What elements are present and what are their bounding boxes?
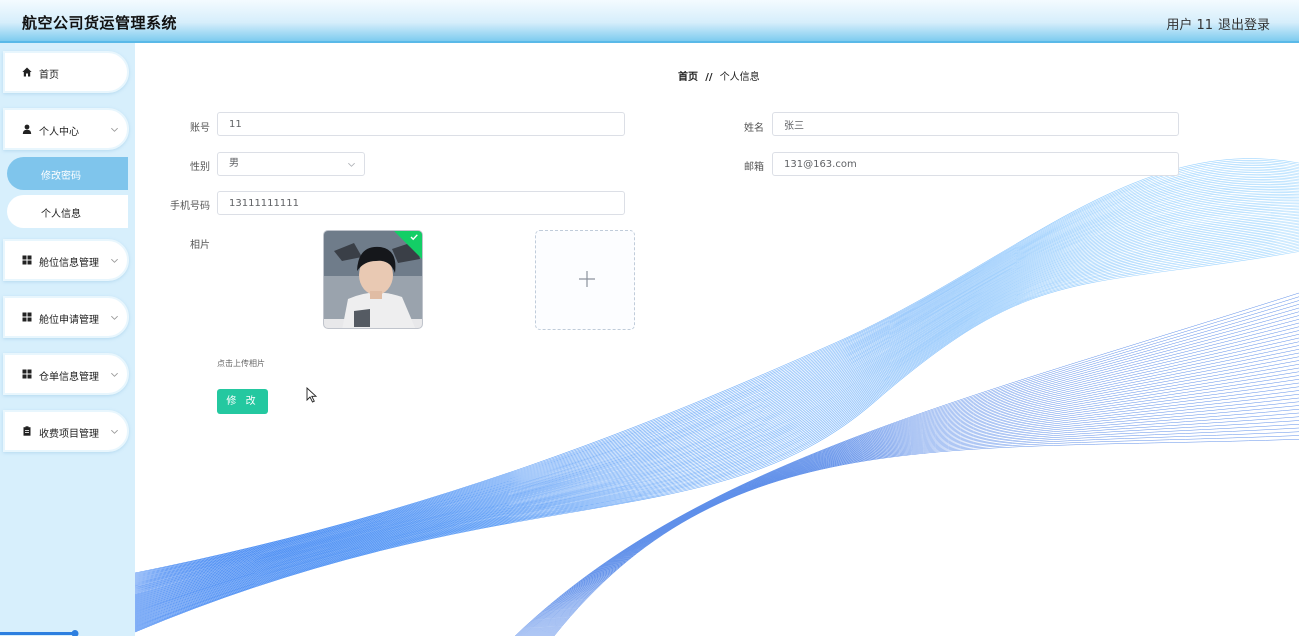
- gender-select[interactable]: 男: [217, 152, 365, 176]
- wave-line: [524, 330, 1299, 636]
- chevron-down-icon: [111, 429, 118, 434]
- check-icon: [410, 234, 418, 241]
- sidebar-item-label: 舱位申请管理: [39, 315, 99, 326]
- phone-label: 手机号码: [170, 201, 210, 212]
- phone-field[interactable]: [217, 191, 625, 215]
- wave-line: [552, 435, 1299, 636]
- sidebar-item-label: 个人中心: [39, 127, 79, 138]
- gender-selected-value: 男: [229, 158, 239, 169]
- wave-line: [135, 168, 1299, 580]
- photo-label: 相片: [190, 240, 210, 251]
- wave-line: [527, 341, 1299, 636]
- wave-line: [546, 412, 1299, 636]
- upload-hint: 点击上传相片: [217, 359, 265, 368]
- photo-upload-trigger[interactable]: [535, 230, 635, 330]
- sidebar-subitem-label: 修改密码: [41, 171, 81, 182]
- chevron-down-icon: [111, 315, 118, 320]
- sidebar-subitem-personal-info[interactable]: 个人信息: [7, 195, 128, 228]
- mouse-cursor-icon: [306, 387, 318, 403]
- sidebar-item-waybill-info[interactable]: 仓单信息管理: [3, 353, 129, 395]
- breadcrumb-home[interactable]: 首页: [678, 72, 698, 83]
- breadcrumb: 首页 // 个人信息: [678, 68, 760, 83]
- grid-icon: [22, 312, 32, 322]
- sidebar-item-label: 仓单信息管理: [39, 372, 99, 383]
- name-label: 姓名: [744, 123, 764, 134]
- plus-icon: [579, 271, 595, 287]
- wave-line: [135, 177, 1299, 585]
- chevron-down-icon: [348, 162, 355, 167]
- wave-line: [534, 367, 1299, 636]
- chevron-down-icon: [111, 127, 118, 132]
- app-title: 航空公司货运管理系统: [22, 14, 178, 32]
- wave-line: [535, 371, 1299, 636]
- wave-line: [135, 246, 1299, 630]
- breadcrumb-current: 个人信息: [719, 72, 760, 83]
- uploaded-photo[interactable]: [323, 230, 423, 329]
- account-field[interactable]: [217, 112, 625, 136]
- logout-link[interactable]: 退出登录: [1218, 14, 1270, 33]
- wave-line: [537, 379, 1299, 636]
- sidebar-item-cabin-apply[interactable]: 舱位申请管理: [3, 296, 129, 338]
- user-icon: [22, 124, 32, 134]
- wave-line: [532, 360, 1299, 636]
- main-content: 首页 // 个人信息 账号 姓名 性别 男 邮箱 手机号码 相片: [135, 43, 1299, 636]
- grid-icon: [22, 255, 32, 265]
- email-field[interactable]: [772, 152, 1179, 176]
- chevron-down-icon: [111, 258, 118, 263]
- account-label: 账号: [190, 123, 210, 134]
- wave-line: [135, 173, 1299, 583]
- wave-line: [135, 245, 1299, 629]
- grid-icon: [22, 369, 32, 379]
- wave-line: [529, 349, 1299, 636]
- wave-line: [523, 326, 1299, 636]
- breadcrumb-separator: //: [705, 72, 713, 83]
- chevron-down-icon: [111, 372, 118, 377]
- sidebar: 首页 个人中心 修改密码 个人信息 舱位信息管理 舱位申请管理 仓单信息管理 收…: [0, 43, 135, 636]
- top-header: 航空公司货运管理系统 用户 11 退出登录: [0, 0, 1299, 43]
- wave-line: [135, 180, 1299, 587]
- home-icon: [22, 67, 32, 77]
- wave-line: [533, 364, 1299, 636]
- sidebar-item-home[interactable]: 首页: [3, 51, 129, 93]
- sidebar-subitem-label: 个人信息: [41, 209, 81, 220]
- wave-line: [135, 182, 1299, 588]
- horizontal-scrollbar[interactable]: [0, 630, 80, 636]
- sidebar-item-charge-items[interactable]: 收费项目管理: [3, 410, 129, 452]
- wave-line: [135, 166, 1299, 579]
- email-label: 邮箱: [744, 162, 764, 173]
- sidebar-subitem-change-password[interactable]: 修改密码: [7, 157, 128, 190]
- wave-line: [135, 248, 1299, 631]
- gender-label: 性别: [190, 162, 210, 173]
- sidebar-item-label: 收费项目管理: [39, 429, 99, 440]
- wave-line: [528, 345, 1299, 636]
- name-field[interactable]: [772, 112, 1179, 136]
- clipboard-icon: [23, 426, 31, 436]
- wave-line: [135, 179, 1299, 586]
- wave-line: [135, 170, 1299, 581]
- sidebar-item-label: 舱位信息管理: [39, 258, 99, 269]
- sidebar-item-cabin-info[interactable]: 舱位信息管理: [3, 239, 129, 281]
- sidebar-item-label: 首页: [39, 70, 59, 81]
- sidebar-item-personal-center[interactable]: 个人中心: [3, 108, 129, 150]
- submit-button[interactable]: 修 改: [217, 389, 268, 414]
- wave-line: [542, 397, 1299, 636]
- current-user-label: 用户 11: [1166, 18, 1213, 33]
